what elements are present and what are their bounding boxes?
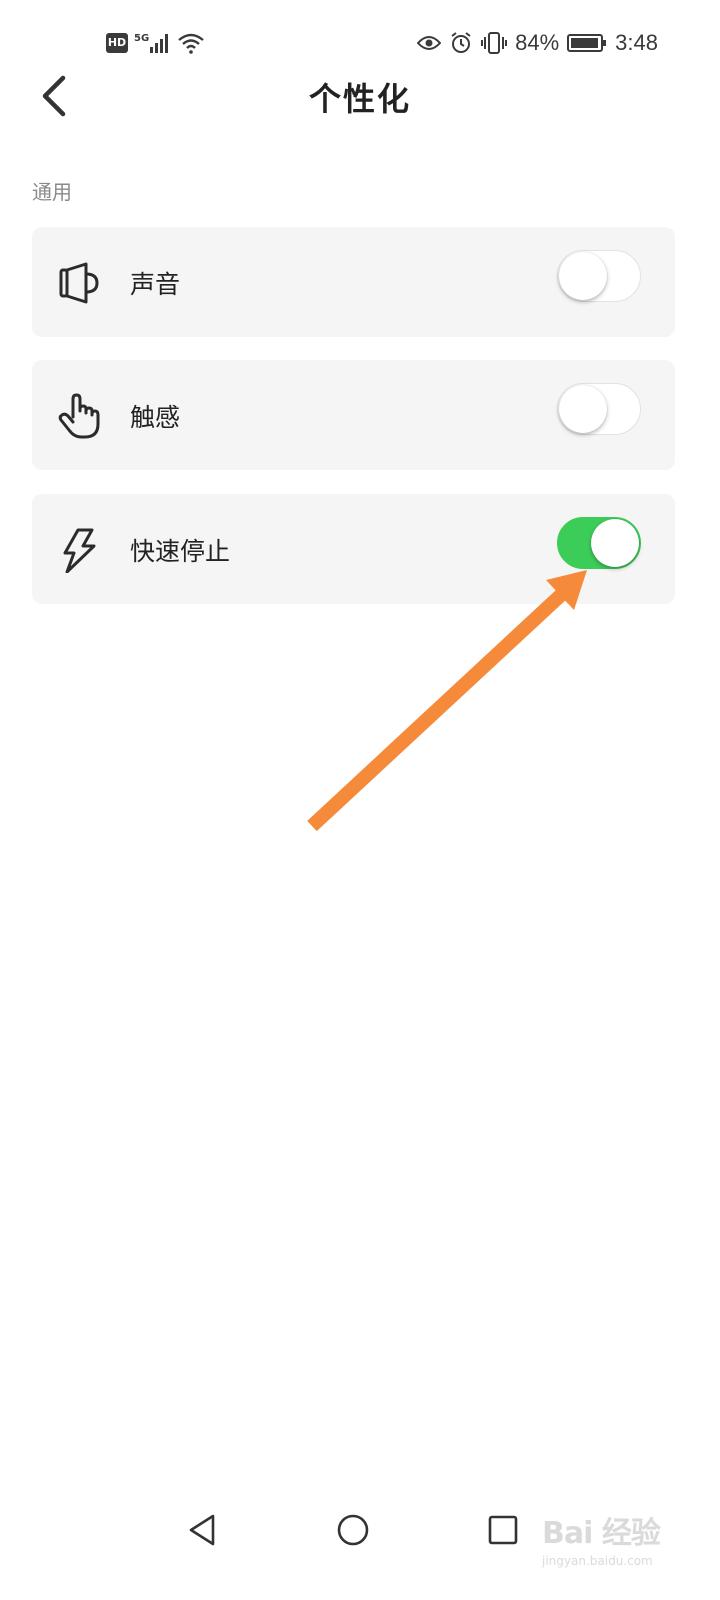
signal-icon	[150, 34, 169, 53]
battery-icon	[567, 34, 607, 52]
section-label: 通用	[32, 180, 72, 204]
toggle-knob	[591, 519, 639, 567]
lightning-icon	[63, 528, 96, 573]
nav-home-button[interactable]	[331, 1508, 375, 1552]
setting-label-quick-stop: 快速停止	[130, 537, 231, 566]
nav-recent-icon	[488, 1515, 518, 1545]
vibrate-icon	[481, 32, 508, 54]
battery-percent: 84%	[515, 30, 560, 55]
setting-row-quick-stop: 快速停止	[32, 494, 675, 604]
toggle-knob	[559, 252, 607, 300]
nav-home-icon	[337, 1514, 369, 1546]
nav-recent-button[interactable]	[481, 1508, 525, 1552]
status-right: 84% 3:48	[417, 30, 658, 56]
setting-row-sound: 声音	[32, 227, 675, 337]
nav-back-icon	[189, 1514, 215, 1546]
setting-label-sound: 声音	[130, 270, 181, 299]
setting-label-haptic: 触感	[130, 403, 181, 432]
watermark-text: Bai 经验	[542, 1516, 661, 1551]
toggle-haptic[interactable]	[557, 383, 641, 435]
setting-row-haptic: 触感	[32, 360, 675, 470]
toggle-quick-stop[interactable]	[557, 517, 641, 569]
alarm-icon	[451, 32, 471, 53]
status-left: HD 5G	[106, 32, 205, 54]
network-type: 5G	[134, 32, 150, 44]
page-title: 个性化	[308, 80, 411, 118]
watermark-sub: jingyan.baidu.com	[542, 1554, 653, 1568]
nav-back-button[interactable]	[180, 1508, 224, 1552]
hd-icon: HD	[106, 33, 128, 53]
watermark: Bai 经验 jingyan.baidu.com	[538, 1496, 678, 1576]
toggle-knob	[559, 385, 607, 433]
wifi-icon	[178, 33, 204, 54]
header: 个性化	[0, 60, 720, 132]
hand-tap-icon	[58, 393, 100, 439]
toggle-sound[interactable]	[557, 250, 641, 302]
eye-icon	[417, 36, 442, 50]
status-time: 3:48	[615, 30, 658, 55]
speaker-icon	[59, 262, 99, 304]
